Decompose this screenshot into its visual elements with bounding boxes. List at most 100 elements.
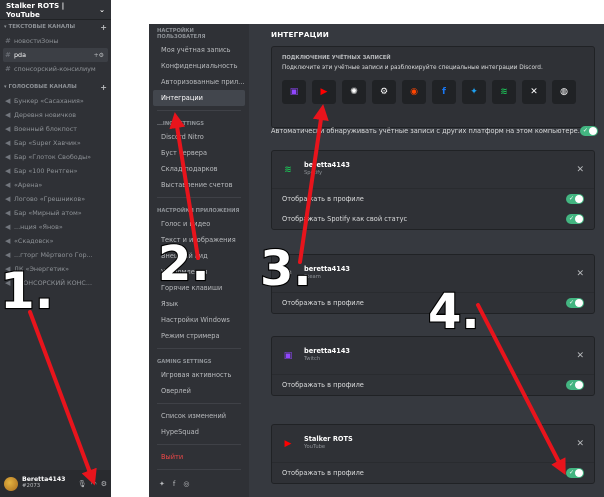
voice-channels-category[interactable]: ▾ ГОЛОСОВЫЕ КАНАЛЫ +: [0, 80, 111, 94]
voice-channel-item[interactable]: ◀ Бар «Мирный атом»: [0, 206, 111, 220]
nav-item[interactable]: Режим стримера: [153, 328, 245, 344]
channel-label: спонсорский-консилиум: [14, 65, 96, 73]
instagram-icon[interactable]: ◎: [183, 480, 189, 488]
voice-channel-item[interactable]: ◀ Бар «Super Хавчик»: [0, 136, 111, 150]
nav-item[interactable]: Список изменений: [153, 408, 245, 424]
channel-label: Бункер «Сасахания»: [14, 97, 84, 105]
nav-item[interactable]: Внешний вид: [153, 248, 245, 264]
option-label: Отображать в профиле: [282, 195, 364, 203]
nav-item[interactable]: Горячие клавиши: [153, 280, 245, 296]
nav-item[interactable]: Уведомления: [153, 264, 245, 280]
steam-icon[interactable]: ⚙: [372, 80, 396, 104]
option-toggle[interactable]: ✓: [566, 214, 584, 224]
twitch-icon[interactable]: ▣: [282, 80, 306, 104]
close-icon[interactable]: ✕: [576, 269, 584, 279]
spotify-icon[interactable]: ≋: [492, 80, 516, 104]
account-header: ▣ beretta4143 Twitch ✕: [272, 337, 594, 375]
social-links: ✦ f ◎: [149, 474, 249, 494]
voice-channel-item[interactable]: ◀ Бар «Глоток Свободы»: [0, 150, 111, 164]
voice-channel-item[interactable]: ◀ ДК «Энергетик»: [0, 262, 111, 276]
connect-accounts-box: ПОДКЛЮЧЕНИЕ УЧЁТНЫХ ЗАПИСЕЙ Подключите э…: [271, 46, 595, 128]
logout-item[interactable]: Выйти: [153, 449, 245, 465]
nav-item[interactable]: Выставление счетов: [153, 177, 245, 193]
nav-item[interactable]: Конфиденциальность: [153, 58, 245, 74]
twitter-icon[interactable]: ✦: [159, 480, 165, 488]
speaker-icon: ◀: [5, 223, 11, 231]
nav-section-title: ...ING SETTINGS: [157, 121, 204, 127]
server-header[interactable]: Stalker ROTS | YouTube ⌄: [0, 0, 111, 20]
option-label: Отображать в профиле: [282, 469, 364, 477]
nav-item[interactable]: Настройки Windows: [153, 312, 245, 328]
facebook-icon[interactable]: f: [432, 80, 456, 104]
option-label: Отображать Spotify как свой статус: [282, 215, 408, 223]
account-option: Отображать Spotify как свой статус ✓: [272, 209, 594, 229]
nav-item[interactable]: Интеграции: [153, 90, 245, 106]
youtube-icon[interactable]: ▶: [312, 80, 336, 104]
voice-channel-item[interactable]: ◀ Военный блокпост: [0, 122, 111, 136]
headphones-icon[interactable]: ◠: [91, 480, 97, 488]
add-channel-icon[interactable]: +: [100, 83, 107, 92]
autodetect-toggle[interactable]: ✓: [579, 126, 598, 136]
reddit-icon[interactable]: ◉: [402, 80, 426, 104]
add-channel-icon[interactable]: +: [100, 23, 107, 32]
connect-title: ПОДКЛЮЧЕНИЕ УЧЁТНЫХ ЗАПИСЕЙ: [282, 55, 391, 61]
nav-item[interactable]: HypeSquad: [153, 424, 245, 440]
speaker-icon: ◀: [5, 97, 11, 105]
channel-label: ...гторг Мёртвого Гор...: [14, 251, 93, 259]
nav-item[interactable]: Буст сервера: [153, 145, 245, 161]
voice-channel-item[interactable]: ◀ Бункер «Сасахания»: [0, 94, 111, 108]
option-toggle[interactable]: ✓: [566, 468, 584, 478]
twitch-icon: ▣: [283, 350, 293, 361]
add-member-icon[interactable]: +⚙: [94, 52, 104, 59]
close-icon[interactable]: ✕: [576, 439, 584, 449]
channel-item[interactable]: # новостиЗоны: [0, 34, 111, 48]
voice-channel-item[interactable]: ◀ ...нция «Янов»: [0, 220, 111, 234]
option-toggle[interactable]: ✓: [566, 194, 584, 204]
avatar[interactable]: [4, 476, 18, 491]
text-channels-category[interactable]: ▾ ТЕКСТОВЫЕ КАНАЛЫ +: [0, 20, 111, 34]
channel-item[interactable]: # спонсорский-консилиум: [0, 62, 111, 76]
nav-section-title: GAMING SETTINGS: [157, 359, 212, 365]
channel-label: pda: [14, 51, 27, 59]
nav-item[interactable]: Текст и изображения: [153, 232, 245, 248]
channel-label: Бар «Мирный атом»: [14, 209, 82, 217]
account-type: YouTube: [304, 444, 326, 451]
voice-channel-item[interactable]: ◀ Логово «Грешников»: [0, 192, 111, 206]
nav-item[interactable]: Игровая активность: [153, 367, 245, 383]
channel-item[interactable]: # pda +⚙: [3, 48, 108, 62]
battlenet-icon[interactable]: ✺: [342, 80, 366, 104]
github-icon[interactable]: ◍: [552, 80, 576, 104]
hash-icon: #: [5, 37, 11, 45]
settings-navigation: НАСТРОЙКИ ПОЛЬЗОВАТЕЛЯ Моя учётная запис…: [149, 24, 249, 497]
nav-user-items: Моя учётная запись Конфиденциальность Авто…: [149, 42, 249, 106]
gear-icon[interactable]: ⚙: [101, 480, 107, 488]
voice-channel-item[interactable]: ◀ «Арена»: [0, 178, 111, 192]
facebook-icon[interactable]: f: [173, 480, 175, 488]
nav-item[interactable]: Голос и видео: [153, 216, 245, 232]
voice-channel-item[interactable]: ◀ «Скадовск»: [0, 234, 111, 248]
nav-item[interactable]: Язык: [153, 296, 245, 312]
nav-gaming-items: Игровая активность Оверлей: [149, 367, 249, 399]
nav-item[interactable]: Discord Nitro: [153, 129, 245, 145]
nav-item[interactable]: Склад подарков: [153, 161, 245, 177]
twitter-icon[interactable]: ✦: [462, 80, 486, 104]
category-label: ТЕКСТОВЫЕ КАНАЛЫ: [8, 24, 76, 30]
speaker-icon: ◀: [5, 139, 11, 147]
voice-channel-item[interactable]: ◀ СПОНСОРСКИЙ КОНС...: [0, 276, 111, 290]
voice-channel-item[interactable]: ◀ Деревня новичков: [0, 108, 111, 122]
option-toggle[interactable]: ✓: [566, 298, 584, 308]
close-icon[interactable]: ✕: [576, 165, 584, 175]
server-name: Stalker ROTS | YouTube: [6, 0, 65, 19]
account-name: beretta4143: [304, 161, 351, 170]
close-icon[interactable]: ✕: [576, 351, 584, 361]
voice-channel-item[interactable]: ◀ ...гторг Мёртвого Гор...: [0, 248, 111, 262]
microphone-icon[interactable]: 🎙︎: [78, 480, 87, 488]
chevron-down-icon[interactable]: ⌄: [99, 5, 105, 14]
nav-item[interactable]: Оверлей: [153, 383, 245, 399]
nav-item[interactable]: Моя учётная запись: [153, 42, 245, 58]
nav-item[interactable]: Авторизованные прил...: [153, 74, 245, 90]
voice-channel-item[interactable]: ◀ Бар «100 Рентген»: [0, 164, 111, 178]
xbox-icon[interactable]: ✕: [522, 80, 546, 104]
account-name: beretta4143: [304, 265, 351, 274]
option-toggle[interactable]: ✓: [566, 380, 584, 390]
